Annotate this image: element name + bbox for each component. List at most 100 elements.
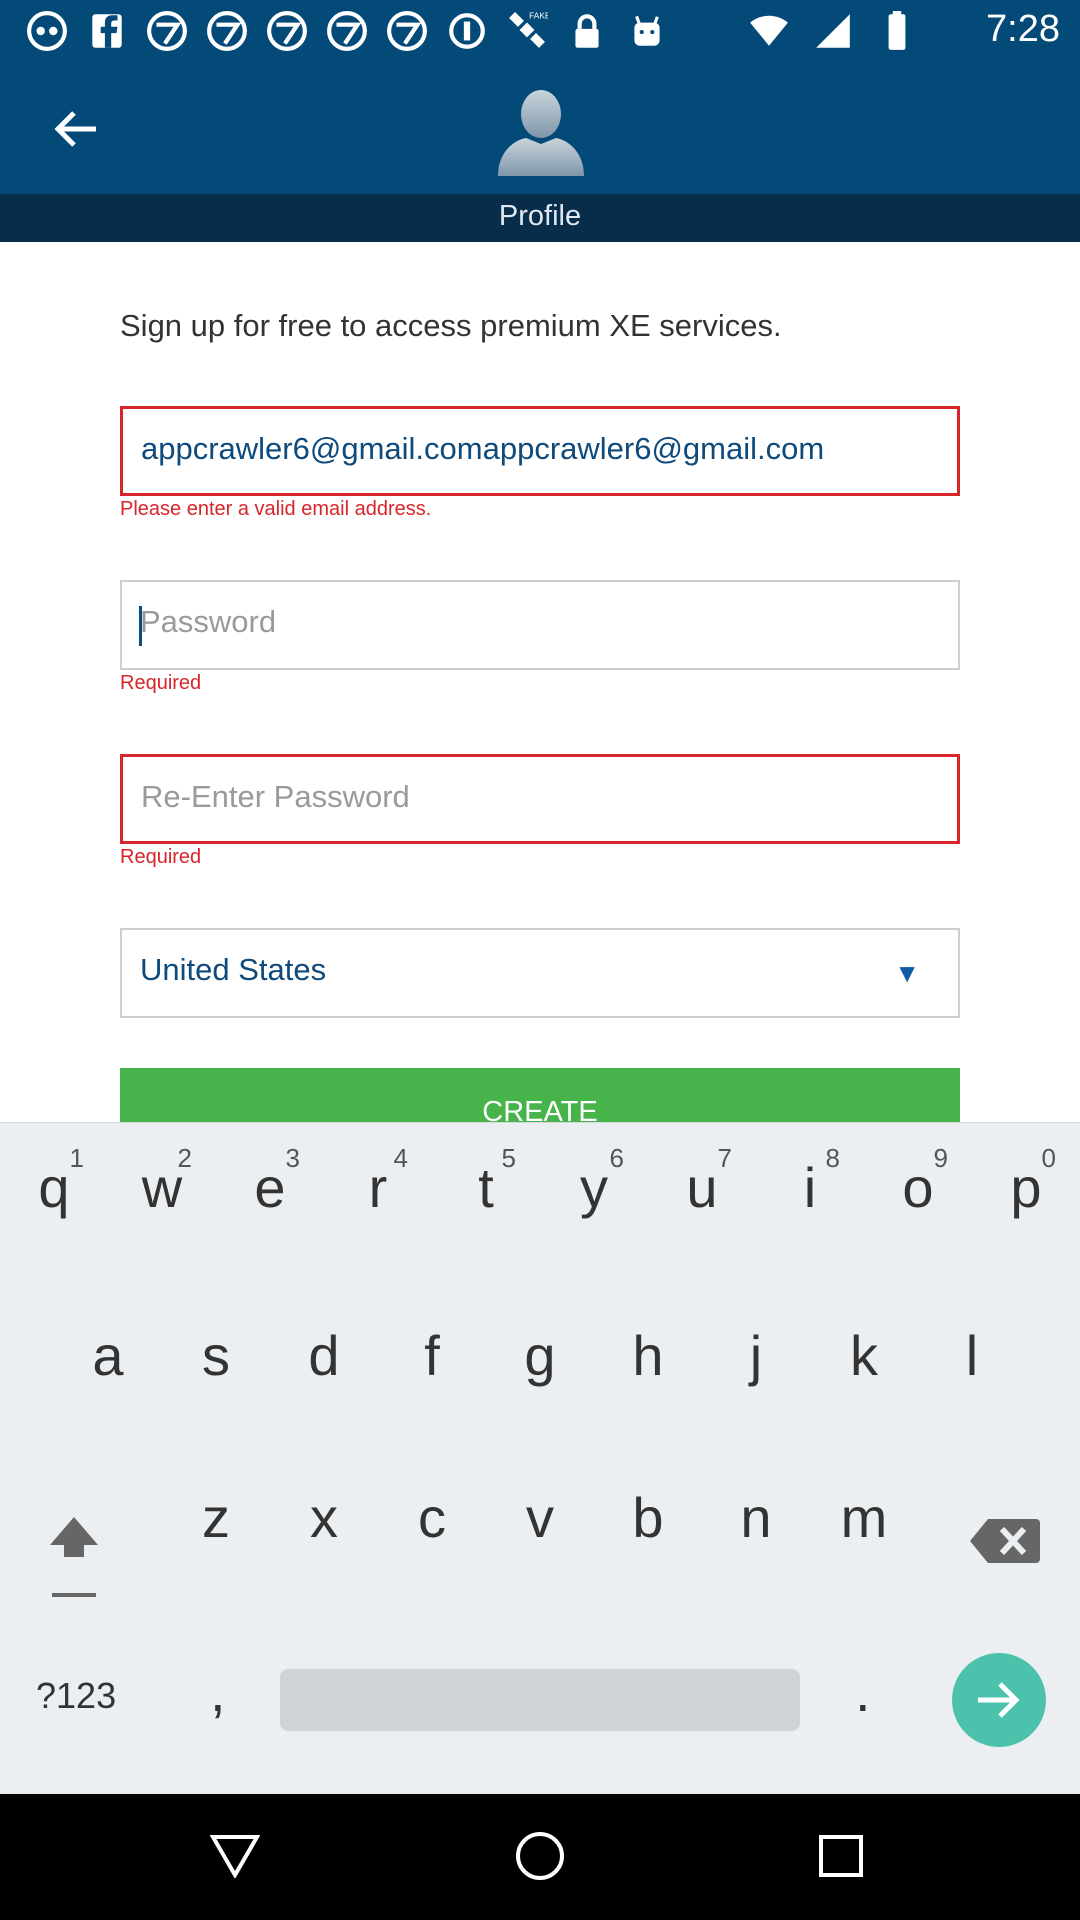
key-g[interactable]: g bbox=[490, 1283, 590, 1403]
circle-i-icon bbox=[444, 10, 490, 52]
password-placeholder: Password bbox=[140, 604, 277, 639]
key-letter: z bbox=[202, 1486, 230, 1549]
arrow-forward-icon bbox=[978, 1682, 1020, 1718]
app-bar bbox=[0, 62, 1080, 194]
key-f[interactable]: f bbox=[382, 1283, 482, 1403]
key-m[interactable]: m bbox=[814, 1445, 914, 1565]
key-letter: i bbox=[803, 1156, 817, 1219]
key-letter: g bbox=[524, 1324, 556, 1387]
wifi-icon bbox=[746, 10, 792, 52]
key-t[interactable]: 5t bbox=[436, 1123, 536, 1243]
nav-recents-icon[interactable] bbox=[818, 1834, 864, 1878]
comma-key[interactable]: , bbox=[210, 1659, 226, 1724]
key-k[interactable]: k bbox=[814, 1283, 914, 1403]
key-n[interactable]: n bbox=[706, 1445, 806, 1565]
nav-back-icon[interactable] bbox=[210, 1834, 260, 1878]
battery-icon bbox=[874, 10, 920, 52]
key-e[interactable]: 3e bbox=[220, 1123, 320, 1243]
key-w[interactable]: 2w bbox=[112, 1123, 212, 1243]
profile-avatar-icon bbox=[498, 90, 584, 176]
backspace-key-icon[interactable] bbox=[968, 1511, 1042, 1571]
arrow-back-icon bbox=[54, 111, 96, 147]
key-letter: y bbox=[580, 1156, 608, 1219]
key-letter: a bbox=[92, 1324, 124, 1387]
abc7-icon bbox=[144, 10, 190, 52]
key-l[interactable]: l bbox=[922, 1283, 1022, 1403]
country-select[interactable]: United States ▼ bbox=[120, 928, 960, 1018]
key-letter: k bbox=[850, 1324, 878, 1387]
key-j[interactable]: j bbox=[706, 1283, 806, 1403]
android-icon bbox=[624, 10, 670, 52]
country-value: United States bbox=[140, 952, 327, 987]
password-field[interactable]: Password bbox=[120, 580, 960, 670]
status-time: 7:28 bbox=[986, 8, 1060, 50]
status-bar: FAKE 7:28 bbox=[0, 0, 1080, 62]
key-letter: m bbox=[840, 1486, 888, 1549]
key-letter: s bbox=[202, 1324, 230, 1387]
key-s[interactable]: s bbox=[166, 1283, 266, 1403]
enter-key[interactable] bbox=[952, 1653, 1046, 1747]
key-r[interactable]: 4r bbox=[328, 1123, 428, 1243]
email-field[interactable]: appcrawler6@gmail.comappcrawler6@gmail.c… bbox=[120, 406, 960, 496]
email-value: appcrawler6@gmail.comappcrawler6@gmail.c… bbox=[141, 431, 825, 466]
email-error-text: Please enter a valid email address. bbox=[120, 498, 432, 520]
key-i[interactable]: 8i bbox=[760, 1123, 860, 1243]
signal-icon bbox=[810, 10, 856, 52]
key-c[interactable]: c bbox=[382, 1445, 482, 1565]
abc7-icon bbox=[384, 10, 430, 52]
back-button[interactable] bbox=[40, 100, 110, 158]
password-error-text: Required bbox=[120, 672, 202, 694]
key-letter: e bbox=[254, 1156, 286, 1219]
key-b[interactable]: b bbox=[598, 1445, 698, 1565]
key-z[interactable]: z bbox=[166, 1445, 266, 1565]
key-v[interactable]: v bbox=[490, 1445, 590, 1565]
tab-profile[interactable]: Profile bbox=[0, 200, 1080, 233]
key-letter: w bbox=[141, 1156, 183, 1219]
key-letter: b bbox=[632, 1486, 664, 1549]
key-letter: x bbox=[310, 1486, 338, 1549]
soft-keyboard: 1q2w3e4r5t6y7u8i9o0p a s d f g h j k l z x c v b n m ?… bbox=[0, 1122, 1080, 1795]
key-o[interactable]: 9o bbox=[868, 1123, 968, 1243]
key-y[interactable]: 6y bbox=[544, 1123, 644, 1243]
shift-key-icon[interactable] bbox=[44, 1509, 104, 1607]
key-letter: v bbox=[526, 1486, 554, 1549]
key-letter: j bbox=[749, 1324, 763, 1387]
key-a[interactable]: a bbox=[58, 1283, 158, 1403]
reenter-password-placeholder: Re-Enter Password bbox=[141, 779, 410, 814]
key-letter: f bbox=[424, 1324, 440, 1387]
reenter-password-error-text: Required bbox=[120, 846, 202, 868]
key-u[interactable]: 7u bbox=[652, 1123, 752, 1243]
symbols-key[interactable]: ?123 bbox=[36, 1675, 116, 1717]
intro-text: Sign up for free to access premium XE se… bbox=[120, 308, 782, 343]
abc7-icon bbox=[264, 10, 310, 52]
nav-home-icon[interactable] bbox=[514, 1830, 566, 1882]
key-letter: p bbox=[1010, 1156, 1042, 1219]
system-status-icons bbox=[746, 10, 920, 52]
key-h[interactable]: h bbox=[598, 1283, 698, 1403]
dropdown-arrow-icon: ▼ bbox=[894, 958, 920, 988]
key-x[interactable]: x bbox=[274, 1445, 374, 1565]
key-letter: r bbox=[368, 1156, 388, 1219]
tab-bar: Profile bbox=[0, 194, 1080, 242]
abc7-icon bbox=[204, 10, 250, 52]
reenter-password-field[interactable]: Re-Enter Password bbox=[120, 754, 960, 844]
key-letter: q bbox=[38, 1156, 70, 1219]
key-letter: d bbox=[308, 1324, 340, 1387]
abc7-icon bbox=[24, 10, 70, 52]
key-q[interactable]: 1q bbox=[4, 1123, 104, 1243]
key-letter: h bbox=[632, 1324, 664, 1387]
key-letter: l bbox=[965, 1324, 979, 1387]
fake-gps-icon: FAKE bbox=[504, 10, 550, 52]
lock-icon bbox=[564, 10, 610, 52]
abc7-icon bbox=[324, 10, 370, 52]
signup-form: Sign up for free to access premium XE se… bbox=[0, 242, 1080, 1148]
key-p[interactable]: 0p bbox=[976, 1123, 1076, 1243]
space-bar[interactable] bbox=[280, 1669, 800, 1731]
notification-icons: FAKE bbox=[24, 10, 670, 52]
svg-text:FAKE: FAKE bbox=[529, 10, 548, 20]
key-d[interactable]: d bbox=[274, 1283, 374, 1403]
facebook-icon bbox=[84, 10, 130, 52]
key-letter: n bbox=[740, 1486, 772, 1549]
key-letter: t bbox=[478, 1156, 494, 1219]
period-key[interactable]: . bbox=[855, 1659, 871, 1724]
